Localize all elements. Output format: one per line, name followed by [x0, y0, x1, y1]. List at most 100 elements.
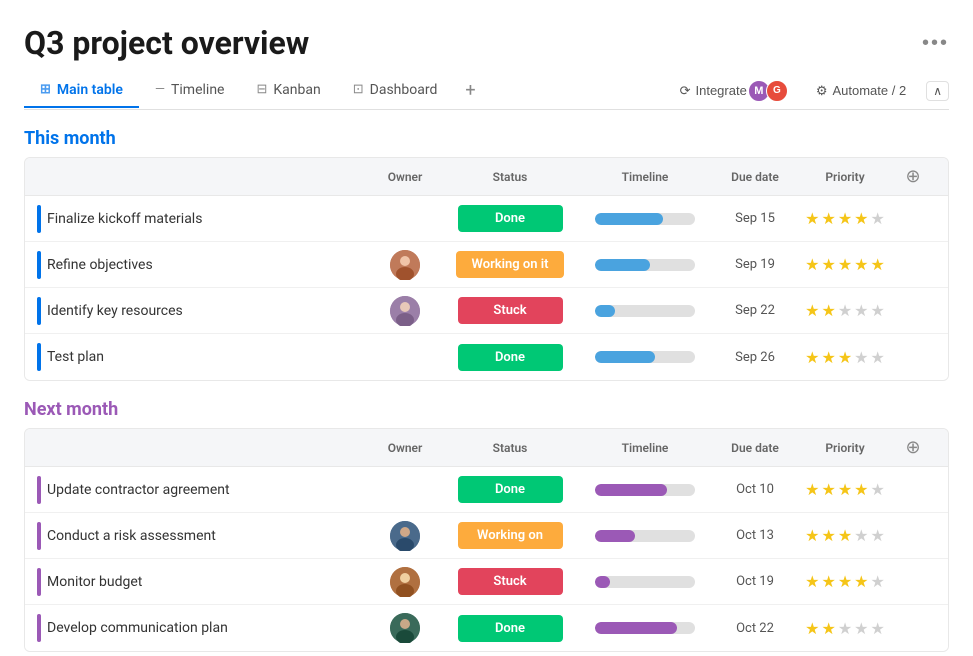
timeline-bg-5	[595, 484, 695, 496]
task-name-3: Identify key resources	[47, 303, 183, 319]
task-name-6: Conduct a risk assessment	[47, 528, 216, 544]
row-status-1[interactable]: Done	[445, 201, 575, 236]
col-header-task-1	[25, 169, 365, 185]
row-task-2: Refine objectives	[25, 243, 365, 287]
timeline-bg-4	[595, 351, 695, 363]
row-duedate-6: Oct 13	[715, 528, 795, 543]
col-header-duedate-1: Due date	[715, 162, 795, 192]
row-duedate-7: Oct 19	[715, 574, 795, 589]
table-row: Update contractor agreement Done Oct 10 …	[25, 467, 948, 513]
integrate-label: Integrate	[696, 83, 747, 98]
col-header-timeline-2: Timeline	[575, 433, 715, 463]
row-status-3[interactable]: Stuck	[445, 293, 575, 328]
star-4-2: ★	[821, 348, 835, 367]
row-owner-6	[365, 521, 445, 551]
row-task-4: Test plan	[25, 335, 365, 379]
add-column-button-2[interactable]: ⊕	[905, 437, 920, 458]
tab-main-table[interactable]: ⊞ Main table	[24, 74, 139, 108]
star-2-4: ★	[854, 255, 868, 274]
integrate-button[interactable]: ⟳ Integrate M G	[672, 76, 796, 106]
star-6-5: ★	[871, 526, 885, 545]
star-4-5: ★	[871, 348, 885, 367]
row-status-5[interactable]: Done	[445, 472, 575, 507]
tab-dashboard[interactable]: ⊡ Dashboard	[337, 74, 454, 108]
row-owner-3	[365, 296, 445, 326]
timeline-bg-8	[595, 622, 695, 634]
row-status-8[interactable]: Done	[445, 611, 575, 646]
timeline-bg-3	[595, 305, 695, 317]
page-container: Q3 project overview ••• ⊞ Main table — T…	[0, 0, 973, 652]
star-4-1: ★	[805, 348, 819, 367]
section-this-month: This month Owner Status Timeline Due dat…	[24, 128, 949, 381]
col-header-add-2: ⊕	[895, 429, 931, 466]
star-4-3: ★	[838, 348, 852, 367]
status-badge-5: Done	[458, 476, 563, 503]
row-duedate-1: Sep 15	[715, 211, 795, 226]
table-row: Refine objectives Working on it	[25, 242, 948, 288]
timeline-fill-5	[595, 484, 667, 496]
owner-avatar-svg-3	[390, 296, 420, 326]
timeline-fill-1	[595, 213, 663, 225]
tab-timeline-label: Timeline	[171, 82, 224, 98]
row-bar-4	[37, 343, 41, 371]
row-task-3: Identify key resources	[25, 289, 365, 333]
star-8-4: ★	[854, 619, 868, 638]
status-badge-7: Stuck	[458, 568, 563, 595]
row-timeline-3	[575, 305, 715, 317]
add-column-button-1[interactable]: ⊕	[905, 166, 920, 187]
col-header-duedate-2: Due date	[715, 433, 795, 463]
row-status-4[interactable]: Done	[445, 340, 575, 375]
more-options-button[interactable]: •••	[922, 32, 949, 55]
star-7-1: ★	[805, 572, 819, 591]
table-row: Finalize kickoff materials Done Sep 15 ★…	[25, 196, 948, 242]
star-8-5: ★	[871, 619, 885, 638]
table-row: Conduct a risk assessment Working on	[25, 513, 948, 559]
next-month-table: Owner Status Timeline Due date Priority …	[24, 428, 949, 652]
row-duedate-3: Sep 22	[715, 303, 795, 318]
tabs-bar: ⊞ Main table — Timeline ⊟ Kanban ⊡ Dashb…	[24, 72, 949, 110]
row-timeline-1	[575, 213, 715, 225]
task-name-8: Develop communication plan	[47, 620, 228, 636]
add-tab-button[interactable]: +	[453, 72, 487, 109]
table-row: Monitor budget Stuck	[25, 559, 948, 605]
row-bar-7	[37, 568, 41, 596]
row-priority-7: ★ ★ ★ ★ ★	[795, 572, 895, 591]
star-5-5: ★	[871, 480, 885, 499]
tab-dashboard-label: Dashboard	[370, 82, 438, 98]
row-status-7[interactable]: Stuck	[445, 564, 575, 599]
row-priority-4: ★ ★ ★ ★ ★	[795, 348, 895, 367]
row-owner-8	[365, 613, 445, 643]
collapse-button[interactable]: ∧	[926, 81, 949, 101]
owner-avatar-svg-2	[390, 250, 420, 280]
task-name-5: Update contractor agreement	[47, 482, 230, 498]
star-8-1: ★	[805, 619, 819, 638]
row-status-6[interactable]: Working on	[445, 518, 575, 553]
tab-timeline[interactable]: — Timeline	[139, 74, 241, 108]
owner-avatar-svg-8	[390, 613, 420, 643]
row-priority-8: ★ ★ ★ ★ ★	[795, 619, 895, 638]
timeline-fill-4	[595, 351, 655, 363]
tab-kanban[interactable]: ⊟ Kanban	[240, 74, 336, 108]
section-next-month-title: Next month	[24, 399, 118, 420]
col-header-timeline-1: Timeline	[575, 162, 715, 192]
automate-button[interactable]: ⚙ Automate / 2	[808, 79, 914, 103]
row-task-7: Monitor budget	[25, 560, 365, 604]
next-month-col-headers: Owner Status Timeline Due date Priority …	[25, 429, 948, 467]
star-5-3: ★	[838, 480, 852, 499]
timeline-bg-1	[595, 213, 695, 225]
status-badge-4: Done	[458, 344, 563, 371]
star-1-3: ★	[838, 209, 852, 228]
row-bar-6	[37, 522, 41, 550]
col-header-status-1: Status	[445, 162, 575, 192]
row-owner-7	[365, 567, 445, 597]
star-7-2: ★	[821, 572, 835, 591]
status-badge-6: Working on	[458, 522, 563, 549]
task-name-1: Finalize kickoff materials	[47, 211, 202, 227]
row-task-1: Finalize kickoff materials	[25, 197, 365, 241]
section-this-month-title: This month	[24, 128, 116, 149]
status-badge-3: Stuck	[458, 297, 563, 324]
star-7-5: ★	[871, 572, 885, 591]
star-2-1: ★	[805, 255, 819, 274]
row-status-2[interactable]: Working on it	[445, 247, 575, 282]
row-priority-6: ★ ★ ★ ★ ★	[795, 526, 895, 545]
